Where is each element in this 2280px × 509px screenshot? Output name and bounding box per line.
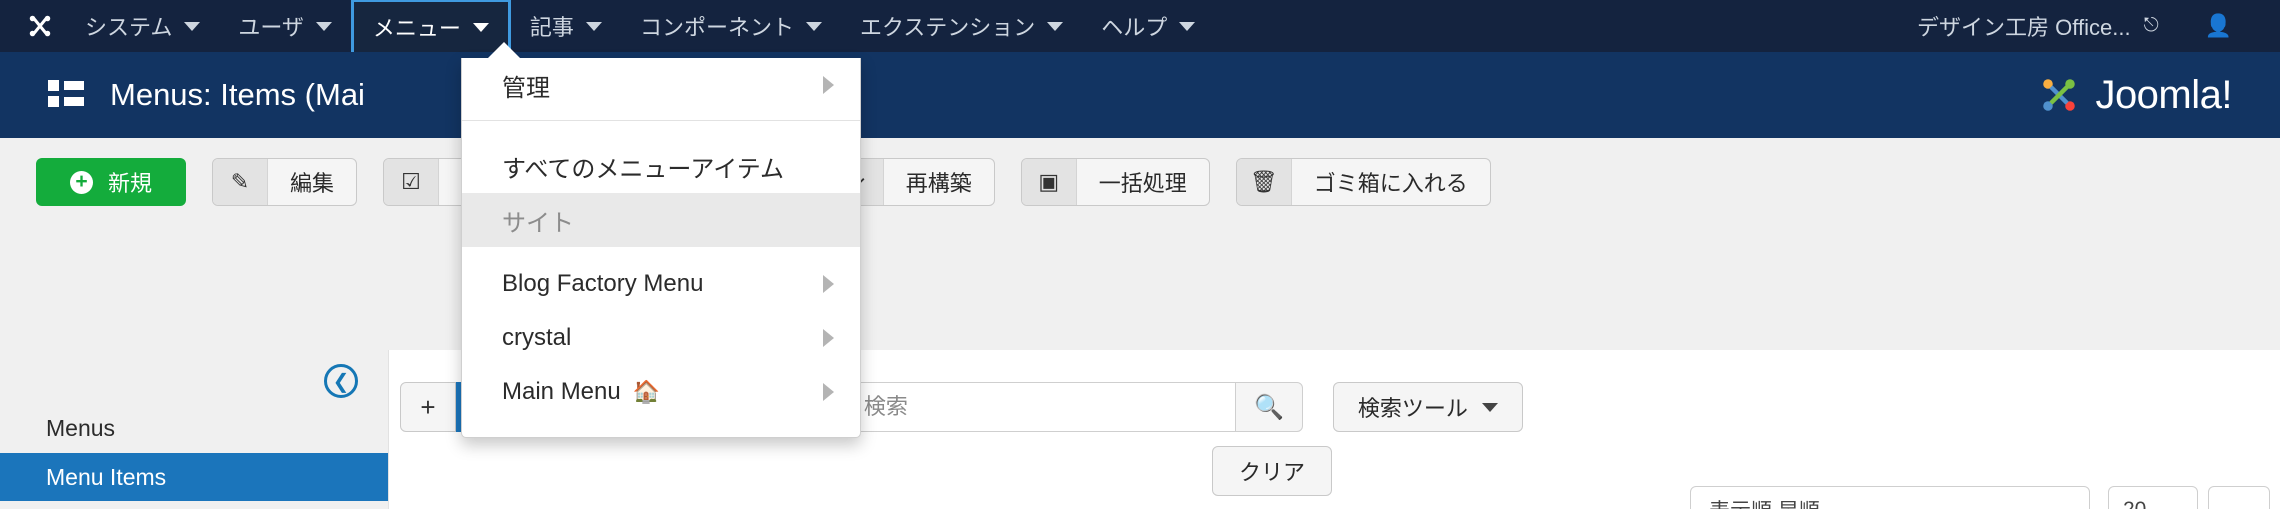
nav-item-label: コンポーネント [639,15,794,40]
sidebar: ❮ Menus Menu Items [0,350,388,509]
navbar-right: デザイン工房 Office... ⎋ 👤 [1891,0,2280,52]
dropdown-item-main-menu[interactable]: Main Menu 🏠 [462,365,860,419]
dropdown-spacer [462,129,860,139]
dropdown-section-header-site: サイト [462,193,860,247]
dropdown-header-label: サイト [502,209,574,237]
nav-item-users[interactable]: ユーザ [219,0,351,52]
joomla-wordmark: Joomla! [2095,72,2232,117]
edit-button-label: 編集 [290,171,335,196]
clear-filters-button[interactable]: クリア [1212,446,1333,496]
dropdown-item-label: crystal [502,324,572,351]
external-link-icon: ⎋ [2143,15,2159,36]
view-site-link[interactable]: デザイン工房 Office... ⎋ [1891,10,2185,42]
rebuild-button-label: 再構築 [905,171,972,196]
nav-item-label: エクステンション [859,15,1036,40]
nav-item-label: 記事 [529,15,574,40]
joomla-admin-screen: システム ユーザ メニュー 記事 コンポーネント エクステンション ヘルプ デザ… [0,0,2280,509]
chevron-right-icon [823,329,834,347]
chevron-down-icon [184,21,201,31]
dropdown-item-all-menu-items[interactable]: すべてのメニューアイテム [462,139,860,193]
joomla-logo-icon[interactable] [0,0,66,52]
navbar-left: システム ユーザ メニュー 記事 コンポーネント エクステンション ヘルプ [0,0,1214,52]
joomla-mark-icon [2037,73,2081,117]
nav-item-extensions[interactable]: エクステンション [841,0,1082,52]
search-input[interactable] [844,382,1235,432]
dropdown-item-manage[interactable]: 管理 [462,58,860,112]
dropdown-spacer [462,247,860,257]
page-header: Menus: Items (Mai Joomla! [0,52,2280,138]
chevron-down-icon [1481,402,1498,412]
site-name-label: デザイン工房 Office... [1917,15,2131,40]
batch-button-group: ▣ 一括処理 [1020,158,1210,206]
chevron-down-icon [472,22,489,32]
nav-item-label: ユーザ [238,15,304,40]
checkbox-checked-icon: ☑ [384,159,440,205]
dropdown-caret-icon [487,42,521,59]
dropdown-item-label: 管理 [502,74,550,102]
edit-button-group: ✎ 編集 [212,158,358,206]
trash-button[interactable]: 🗑 ゴミ箱に入れる [1235,158,1491,206]
trash-icon: 🗑 [1236,159,1292,205]
chevron-right-icon [823,275,834,293]
dropdown-item-crystal[interactable]: crystal [462,311,860,365]
sort-order-select[interactable]: 表示順 昇順 [1690,486,2090,509]
add-menu-item-plus-icon[interactable]: + [400,382,456,432]
nav-item-help[interactable]: ヘルプ [1082,0,1214,52]
menu-list-icon [48,80,84,110]
dropdown-item-label: すべてのメニューアイテム [502,155,784,183]
clear-button-label: クリア [1239,460,1306,485]
user-icon: 👤 [2204,13,2232,38]
search-group: 🔍 [844,382,1303,432]
chevron-down-icon [1179,21,1196,31]
items-per-page-value: 20 [2123,498,2146,509]
filter-extra-box[interactable] [2208,486,2270,509]
admin-navbar: システム ユーザ メニュー 記事 コンポーネント エクステンション ヘルプ デザ… [0,0,2280,52]
nav-item-components[interactable]: コンポーネント [621,0,841,52]
chevron-down-icon [585,21,602,31]
dropdown-item-label: Main Menu [502,378,621,405]
sidebar-heading: Menus [46,415,116,441]
home-icon: 🏠 [632,379,661,404]
new-button-label: 新規 [108,171,153,196]
items-per-page-select[interactable]: 20 [2108,486,2198,509]
sidebar-collapse-icon[interactable]: ❮ [324,364,358,398]
sort-order-value: 表示順 昇順 [1709,495,1820,509]
toolbar-zone: + 新規 ✎ 編集 ☑ チェックイン ★ Home [0,138,2280,448]
new-button[interactable]: + 新規 [36,158,187,206]
nav-item-content[interactable]: 記事 [511,0,621,52]
sidebar-item-menu-items[interactable]: Menu Items [0,453,388,501]
page-title: Menus: Items (Mai [110,77,365,112]
user-menu-button[interactable]: 👤 [2185,15,2258,37]
chevron-down-icon [805,21,822,31]
batch-button-label: 一括処理 [1098,171,1187,196]
search-icon: 🔍 [1253,393,1284,421]
trash-button-group: 🗑 ゴミ箱に入れる [1235,158,1491,206]
dropdown-item-blog-factory-menu[interactable]: Blog Factory Menu [462,257,860,311]
search-tools-label: 検索ツール [1357,396,1468,421]
chevron-down-icon [1047,21,1064,31]
nav-item-label: メニュー [372,16,461,41]
dropdown-item-label: Blog Factory Menu [502,270,704,297]
trash-button-label: ゴミ箱に入れる [1313,171,1468,196]
nav-item-label: システム [85,15,173,40]
batch-button[interactable]: ▣ 一括処理 [1020,158,1210,206]
joomla-brand-logo: Joomla! [2037,73,2232,118]
sidebar-item-label: Menu Items [46,463,167,490]
square-filled-icon: ▣ [1021,159,1077,205]
pencil-square-icon: ✎ [213,159,269,205]
edit-button[interactable]: ✎ 編集 [212,158,358,206]
nav-item-system[interactable]: システム [66,0,219,52]
nav-item-label: ヘルプ [1101,15,1168,40]
dropdown-separator [462,120,860,121]
search-button[interactable]: 🔍 [1234,382,1303,432]
search-tools-button[interactable]: 検索ツール [1332,382,1523,432]
plus-icon: + [70,170,93,194]
chevron-right-icon [823,76,834,94]
chevron-down-icon [315,21,332,31]
menus-dropdown-panel: 管理 すべてのメニューアイテム サイト Blog Factory Menu cr… [461,42,861,438]
chevron-right-icon [823,383,834,401]
